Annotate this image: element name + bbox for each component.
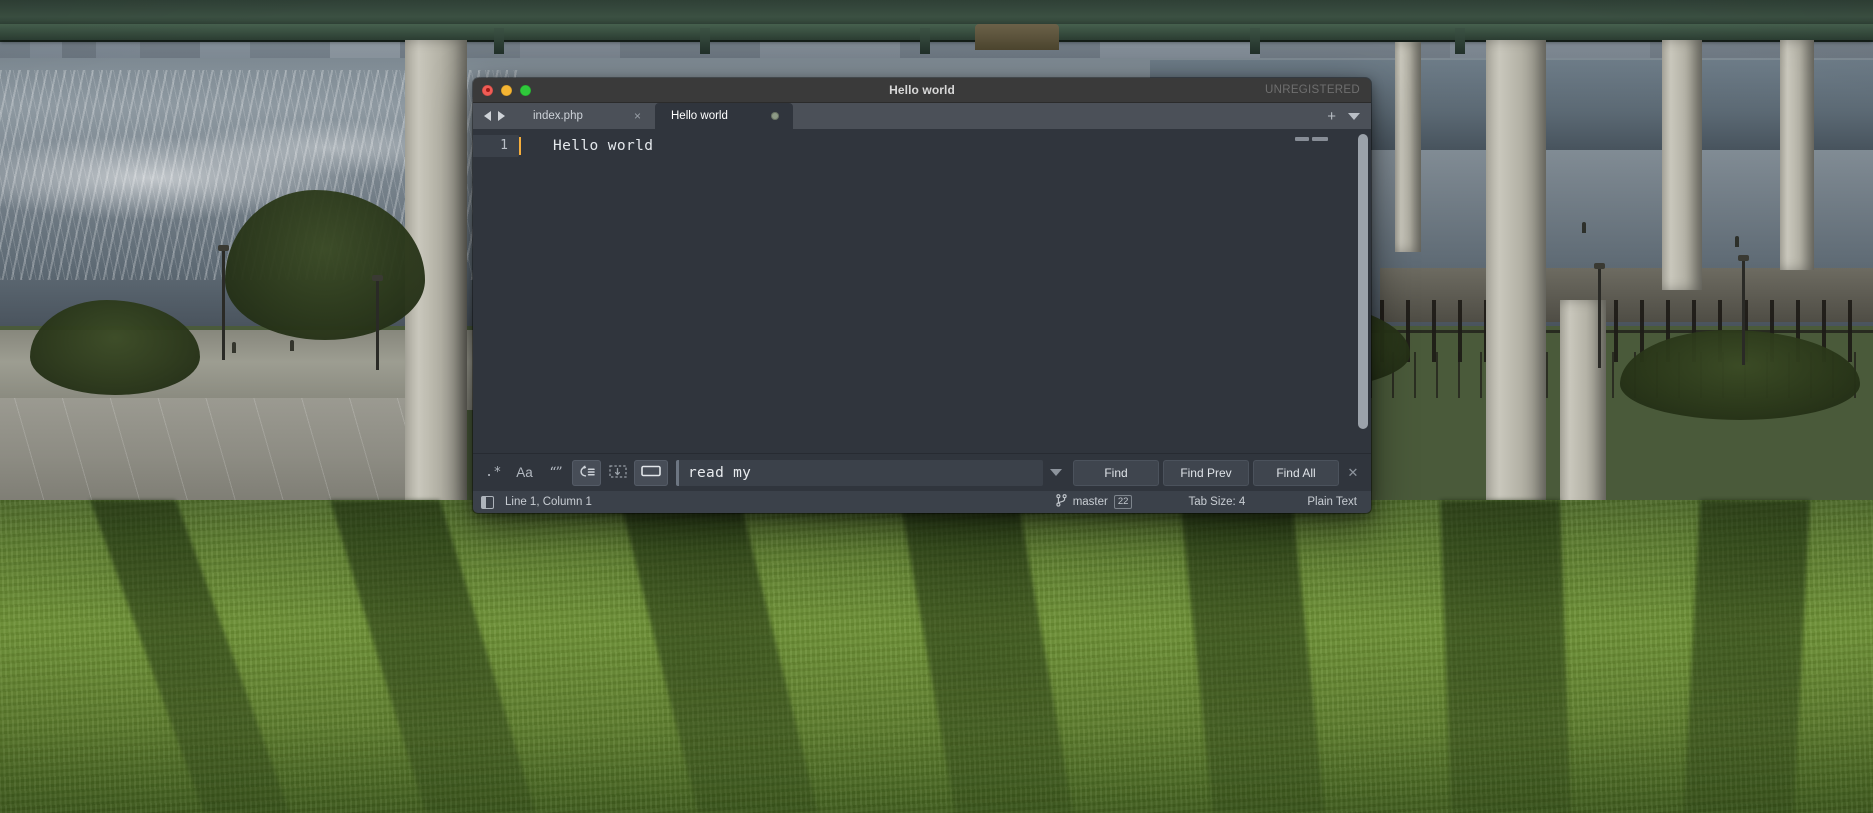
chevron-down-icon: [1050, 469, 1062, 476]
wallpaper-bridge-girder: [0, 24, 1873, 40]
line-number: 1: [473, 135, 519, 157]
close-icon[interactable]: ×: [634, 110, 641, 122]
search-history-dropdown[interactable]: [1043, 460, 1069, 486]
window-titlebar[interactable]: Hello world UNREGISTERED: [473, 78, 1371, 103]
wallpaper-lamp-post: [1738, 255, 1749, 365]
wallpaper-bridge-hanger: [494, 28, 504, 54]
in-selection-icon: [608, 464, 627, 482]
wallpaper-person: [232, 342, 236, 353]
new-tab-button[interactable]: +: [1327, 109, 1336, 124]
editor-area[interactable]: 1 Hello world: [473, 129, 1371, 453]
git-branch-icon: [1056, 494, 1067, 510]
window-title: Hello world: [889, 83, 955, 97]
line-number-gutter: 1: [473, 129, 519, 453]
highlight-results-toggle[interactable]: [634, 459, 668, 486]
regex-toggle[interactable]: .*: [479, 460, 508, 486]
tab-index-php[interactable]: index.php ×: [517, 103, 655, 129]
arrow-left-icon[interactable]: [484, 111, 491, 121]
in-selection-toggle[interactable]: [603, 460, 632, 486]
whole-word-toggle[interactable]: “”: [541, 460, 570, 486]
wallpaper-bridge-hanger: [920, 28, 930, 54]
close-button[interactable]: [482, 84, 493, 96]
sublime-text-window[interactable]: Hello world UNREGISTERED index.php × Hel…: [473, 78, 1371, 513]
code-line-text: Hello world: [553, 138, 654, 154]
tab-size-label[interactable]: Tab Size: 4: [1188, 496, 1245, 508]
find-button[interactable]: Find: [1073, 459, 1159, 486]
wallpaper-pillar: [1395, 42, 1421, 252]
text-caret: [519, 137, 521, 155]
wallpaper-person: [1735, 236, 1739, 247]
chevron-down-icon[interactable]: [1348, 112, 1360, 120]
tab-hello-world[interactable]: Hello world: [655, 103, 793, 129]
wallpaper-shadow: [1440, 500, 1571, 813]
wallpaper-lamp-post: [1594, 263, 1605, 368]
syntax-label[interactable]: Plain Text: [1307, 496, 1357, 508]
traffic-lights: [473, 84, 531, 96]
regex-icon: .*: [485, 465, 502, 480]
tab-list: index.php × Hello world: [517, 103, 1316, 129]
minimize-button[interactable]: [501, 84, 512, 96]
tab-label: Hello world: [671, 110, 728, 122]
wallpaper-person: [1582, 222, 1586, 233]
tab-bar-actions: +: [1316, 103, 1371, 129]
wallpaper-bridge-housing: [975, 24, 1059, 50]
arrow-right-icon[interactable]: [498, 111, 505, 121]
tab-label: index.php: [533, 110, 583, 122]
wallpaper-lamp-post: [218, 245, 229, 360]
quote-icon: “”: [549, 464, 562, 481]
close-find-bar-icon[interactable]: ✕: [1343, 465, 1363, 481]
find-actions: Find Find Prev Find All: [1073, 459, 1339, 486]
tab-bar: index.php × Hello world +: [473, 103, 1371, 129]
zoom-button[interactable]: [520, 84, 531, 96]
search-input[interactable]: [676, 459, 1043, 486]
status-bar: Line 1, Column 1 master 22 Tab Size: 4 P…: [473, 491, 1371, 513]
highlight-icon: [641, 464, 661, 481]
git-change-count-badge: 22: [1113, 495, 1133, 509]
wallpaper-pillar: [1662, 40, 1702, 290]
wallpaper-bridge-hanger: [1455, 28, 1465, 54]
wallpaper-bridge-hanger: [700, 28, 710, 54]
unsaved-indicator-icon: [771, 112, 779, 120]
wallpaper-pillar: [1486, 40, 1546, 510]
wallpaper-person: [290, 340, 294, 351]
code-content[interactable]: Hello world: [519, 129, 1371, 453]
find-option-toggles: .* Aa “”: [479, 459, 668, 486]
git-branch-status[interactable]: master 22: [1056, 494, 1133, 510]
wallpaper-plaza-joints: [0, 398, 420, 516]
minimap[interactable]: [1277, 135, 1355, 453]
wallpaper-bridge-hanger: [1250, 28, 1260, 54]
desktop-wallpaper: Hello world UNREGISTERED index.php × Hel…: [0, 0, 1873, 813]
find-prev-button[interactable]: Find Prev: [1163, 459, 1249, 486]
wrap-toggle[interactable]: [572, 459, 601, 486]
vertical-scrollbar[interactable]: [1358, 134, 1368, 429]
sidebar-toggle-icon[interactable]: [481, 495, 494, 509]
wrap-icon: [578, 464, 595, 482]
case-sensitive-toggle[interactable]: Aa: [510, 460, 539, 486]
case-icon: Aa: [516, 465, 533, 480]
code-line[interactable]: Hello world: [519, 135, 1371, 157]
tab-navigation: [473, 103, 517, 129]
wallpaper-shadow: [1683, 500, 1810, 813]
git-branch-label: master: [1072, 496, 1108, 508]
license-status-label: UNREGISTERED: [1265, 84, 1360, 96]
wallpaper-lamp-post: [372, 275, 383, 370]
find-bar: .* Aa “” read my Find Find Prev Find All…: [473, 453, 1371, 491]
find-all-button[interactable]: Find All: [1253, 459, 1339, 486]
wallpaper-pillar: [1780, 40, 1814, 270]
cursor-position-label: Line 1, Column 1: [505, 496, 592, 508]
